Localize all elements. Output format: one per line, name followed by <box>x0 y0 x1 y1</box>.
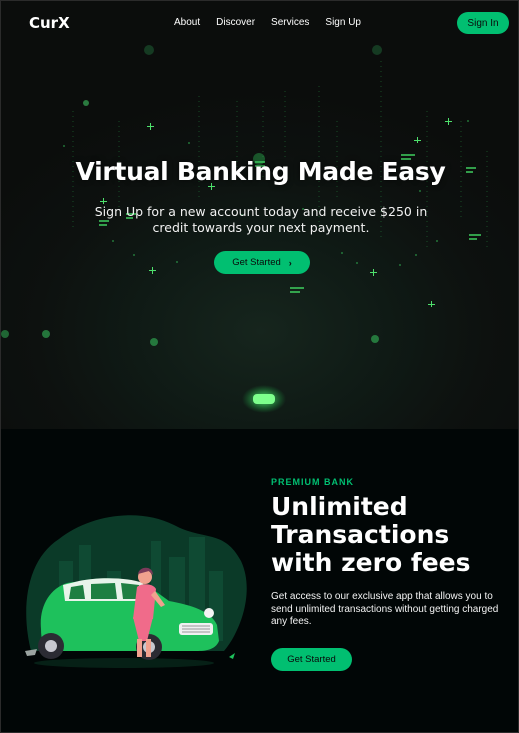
nav-link-discover[interactable]: Discover <box>216 17 255 28</box>
info-description: Get access to our exclusive app that all… <box>271 591 499 627</box>
rock <box>25 649 37 656</box>
info-title: Unlimited Transactions with zero fees <box>271 492 471 577</box>
hero-section: CurX About Discover Services Sign Up Sig… <box>1 1 518 429</box>
ground-shadow <box>34 658 214 668</box>
hero-get-started-button[interactable]: Get Started › <box>214 251 310 274</box>
info-section: PREMIUM BANK Unlimited Transactions with… <box>1 429 518 732</box>
chevron-right-icon: › <box>288 257 292 268</box>
nav-link-services[interactable]: Services <box>271 17 309 28</box>
hero-subtitle: Sign Up for a new account today and rece… <box>94 204 428 235</box>
logo[interactable]: CurX <box>29 14 70 32</box>
nav-link-sign-up[interactable]: Sign Up <box>325 17 361 28</box>
leaf <box>229 653 235 659</box>
info-get-started-button[interactable]: Get Started <box>271 648 352 671</box>
page: CurX About Discover Services Sign Up Sig… <box>0 0 519 733</box>
nav-links: About Discover Services Sign Up <box>174 17 377 28</box>
nav-link-about[interactable]: About <box>174 17 200 28</box>
car-illustration <box>25 515 247 668</box>
sign-in-button[interactable]: Sign In <box>457 12 509 34</box>
hero-title: Virtual Banking Made Easy <box>75 157 446 186</box>
navbar: CurX About Discover Services Sign Up Sig… <box>1 1 518 45</box>
section-tag: PREMIUM BANK <box>271 477 354 487</box>
hero-button-label: Get Started <box>232 257 281 268</box>
